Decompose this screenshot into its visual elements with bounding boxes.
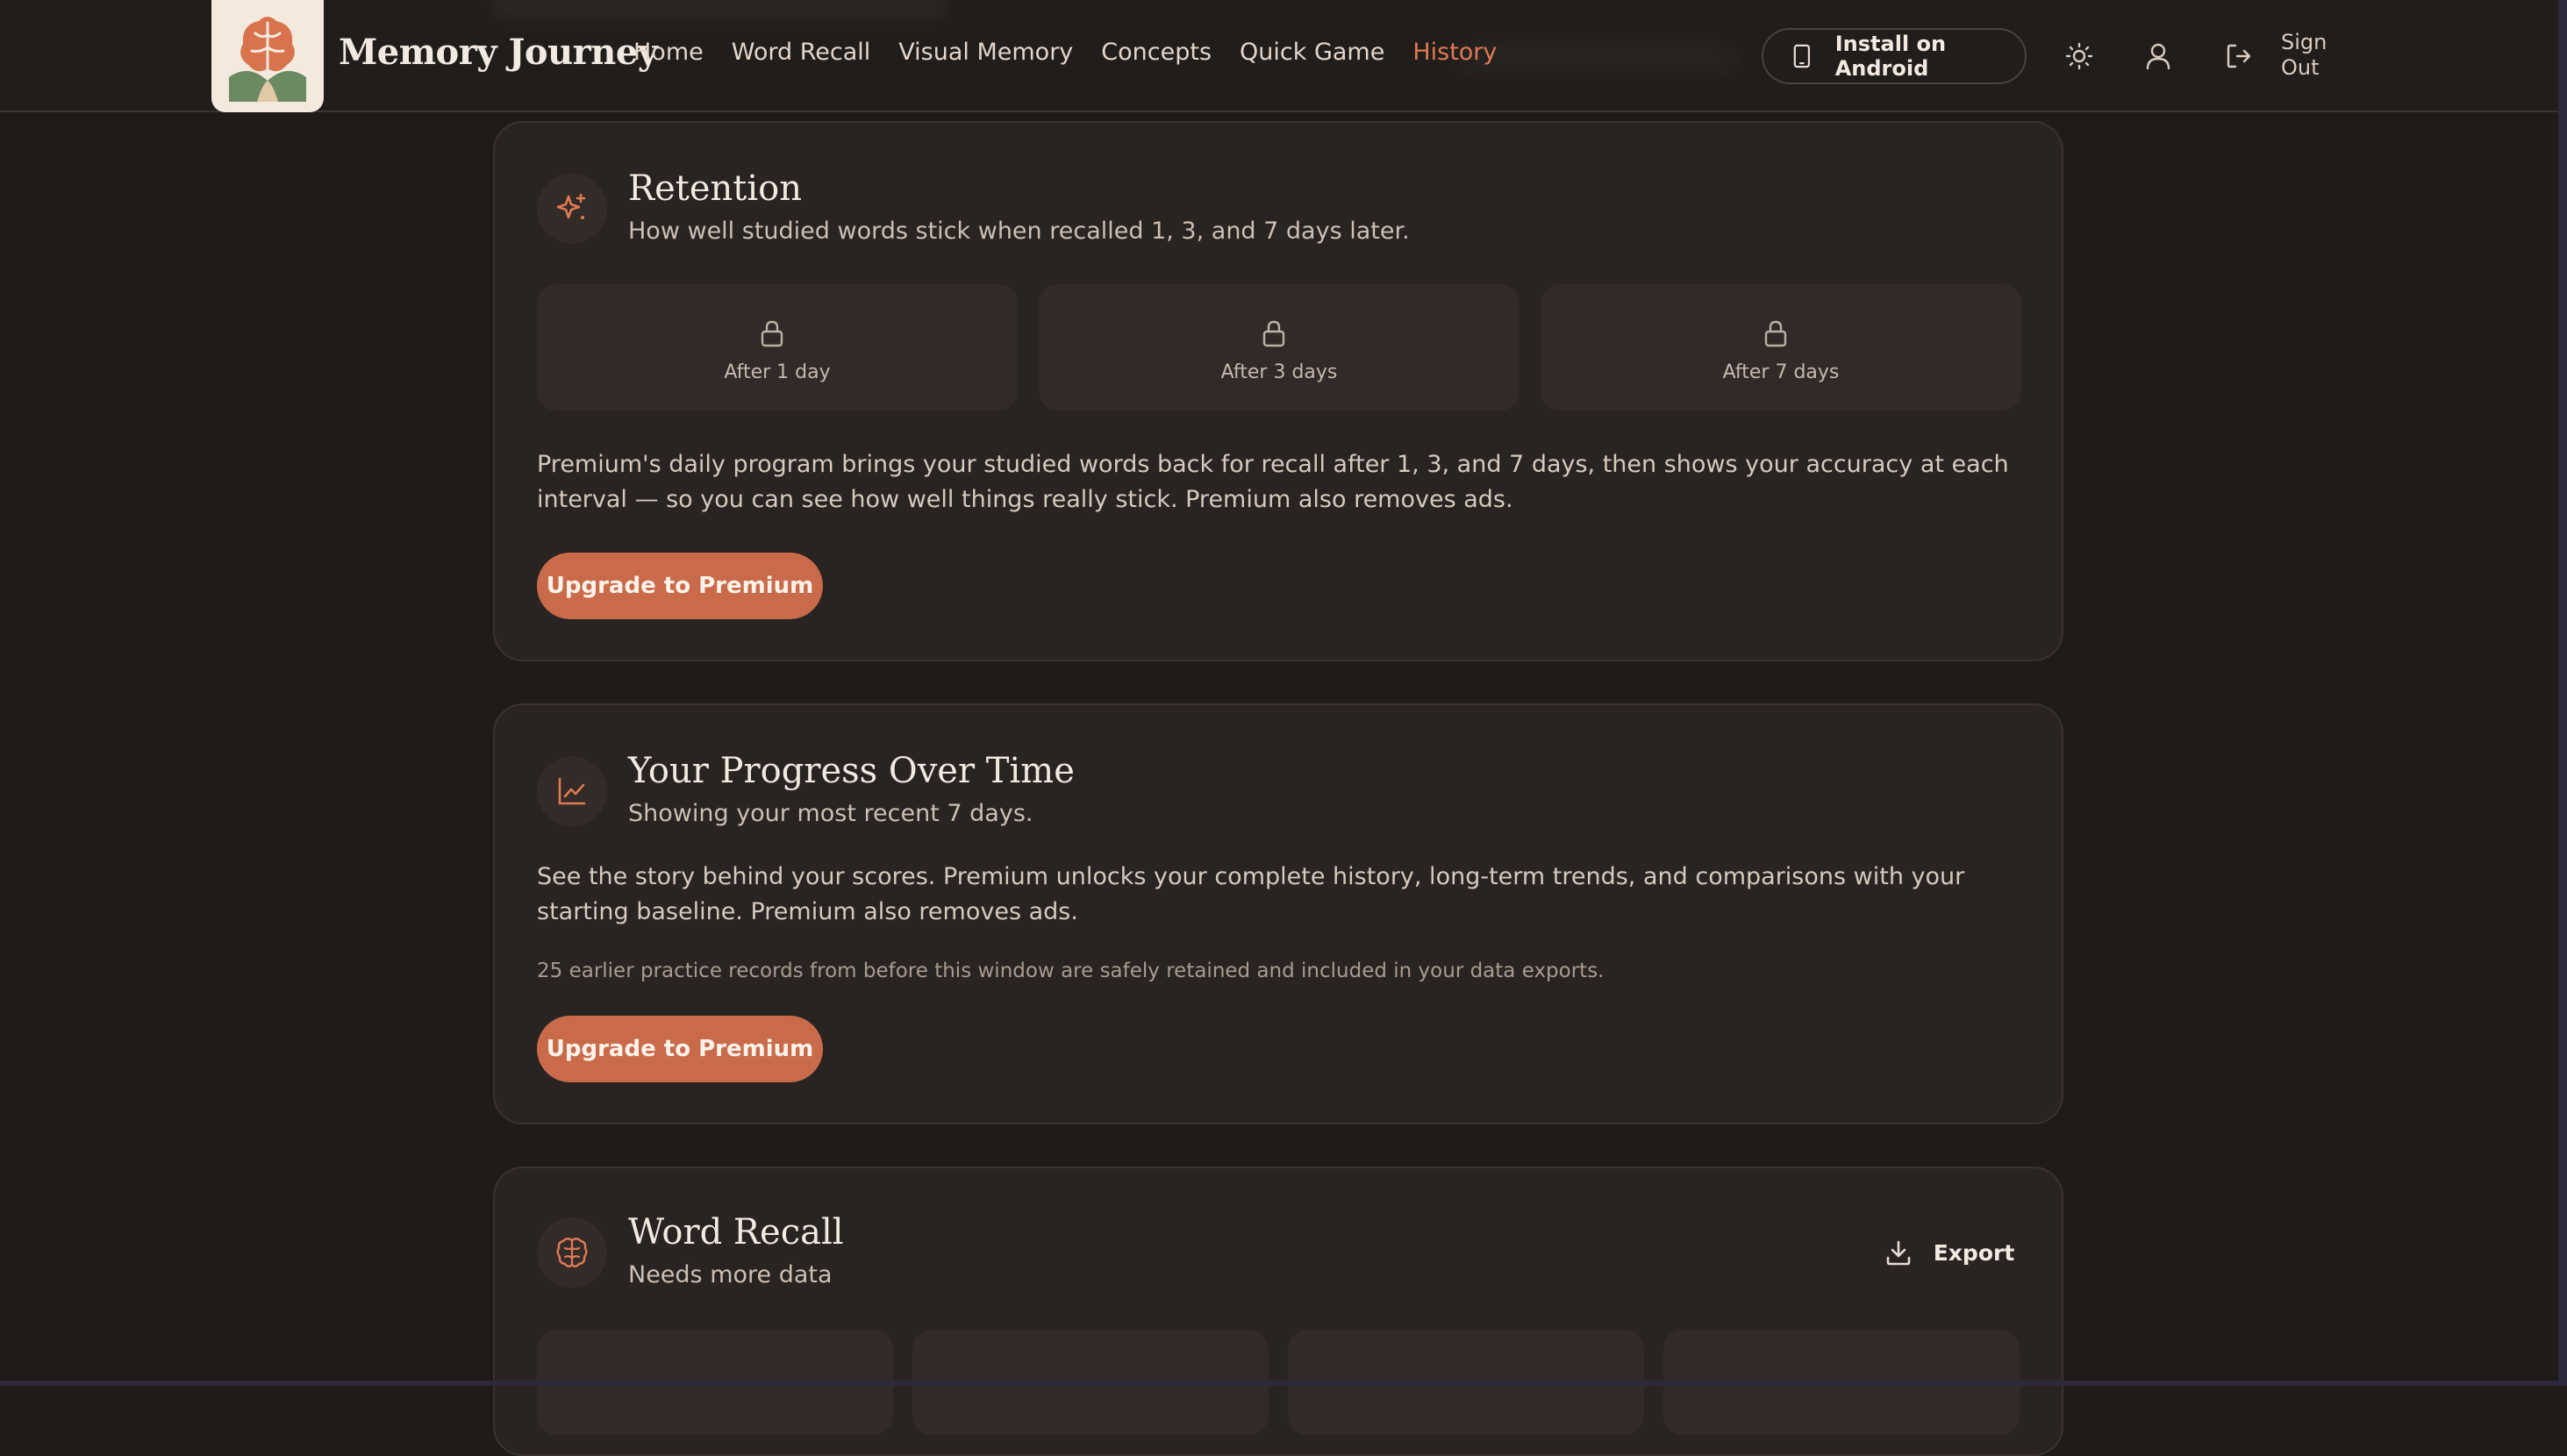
- sign-out-button[interactable]: [2221, 39, 2256, 74]
- progress-title: Your Progress Over Time: [628, 751, 1075, 791]
- retention-tile-3-days[interactable]: After 3 days: [1039, 284, 1519, 410]
- progress-icon-badge: [537, 756, 607, 826]
- retention-title: Retention: [628, 168, 803, 209]
- retention-icon-badge: [537, 174, 607, 244]
- nav-word-recall[interactable]: Word Recall: [732, 39, 871, 66]
- main-nav: Home Word Recall Visual Memory Concepts …: [633, 39, 1525, 66]
- lock-icon: [1764, 320, 1787, 347]
- lock-icon: [1262, 320, 1285, 347]
- progress-subtitle: Showing your most recent 7 days.: [628, 800, 1033, 827]
- sign-out-label[interactable]: Sign Out: [2281, 30, 2334, 81]
- retention-tile-1-day[interactable]: After 1 day: [537, 284, 1018, 410]
- retention-tile-label: After 7 days: [1722, 361, 1840, 383]
- nav-concepts[interactable]: Concepts: [1101, 39, 1212, 66]
- nav-visual-memory[interactable]: Visual Memory: [898, 39, 1073, 66]
- progress-card: Your Progress Over Time Showing your mos…: [493, 703, 2063, 1124]
- progress-upgrade-button[interactable]: Upgrade to Premium: [537, 1016, 823, 1082]
- install-android-button[interactable]: Install on Android: [1762, 28, 2027, 84]
- profile-button[interactable]: [2141, 39, 2176, 74]
- phone-icon: [1793, 44, 1811, 68]
- retention-description: Premium's daily program brings your stud…: [537, 451, 2009, 513]
- retention-upgrade-button[interactable]: Upgrade to Premium: [537, 553, 823, 619]
- export-label: Export: [1933, 1239, 2015, 1266]
- brain-logo-icon: [222, 7, 313, 105]
- app-logo[interactable]: [211, 0, 324, 112]
- sun-icon: [2065, 42, 2093, 70]
- progress-records-note: 25 earlier practice records from before …: [537, 960, 1605, 982]
- brain-icon: [556, 1238, 588, 1267]
- theme-toggle-button[interactable]: [2062, 39, 2097, 74]
- progress-description: See the story behind your scores. Premiu…: [537, 863, 1965, 925]
- nav-history[interactable]: History: [1412, 39, 1497, 66]
- blurred-background-title: [491, 0, 947, 19]
- window-edge: [2558, 0, 2567, 1386]
- nav-home[interactable]: Home: [633, 39, 704, 66]
- window-bottom-edge: [0, 1381, 2567, 1386]
- download-icon: [1886, 1240, 1911, 1266]
- sparkles-icon: [556, 193, 586, 219]
- retention-tile-7-days[interactable]: After 7 days: [1541, 284, 2021, 410]
- sign-out-icon: [2227, 44, 2251, 68]
- word-recall-icon-badge: [537, 1217, 607, 1288]
- nav-quick-game[interactable]: Quick Game: [1240, 39, 1384, 66]
- line-chart-icon: [558, 777, 586, 805]
- retention-tile-label: After 1 day: [724, 361, 831, 383]
- retention-tile-label: After 3 days: [1220, 361, 1338, 383]
- word-recall-card: Word Recall Needs more data Export: [493, 1167, 2063, 1456]
- user-icon: [2146, 43, 2170, 70]
- retention-card: Retention How well studied words stick w…: [493, 121, 2063, 661]
- word-recall-subtitle: Needs more data: [628, 1261, 833, 1288]
- install-android-label: Install on Android: [1834, 32, 1947, 81]
- export-button[interactable]: Export: [1862, 1224, 2037, 1281]
- app-window: Memory Journey Home Word Recall Visual M…: [0, 0, 2567, 1456]
- top-header: Memory Journey Home Word Recall Visual M…: [0, 0, 2558, 112]
- word-recall-title: Word Recall: [628, 1212, 844, 1253]
- retention-subtitle: How well studied words stick when recall…: [628, 218, 1410, 245]
- app-brand-title[interactable]: Memory Journey: [339, 32, 658, 73]
- lock-icon: [761, 320, 783, 347]
